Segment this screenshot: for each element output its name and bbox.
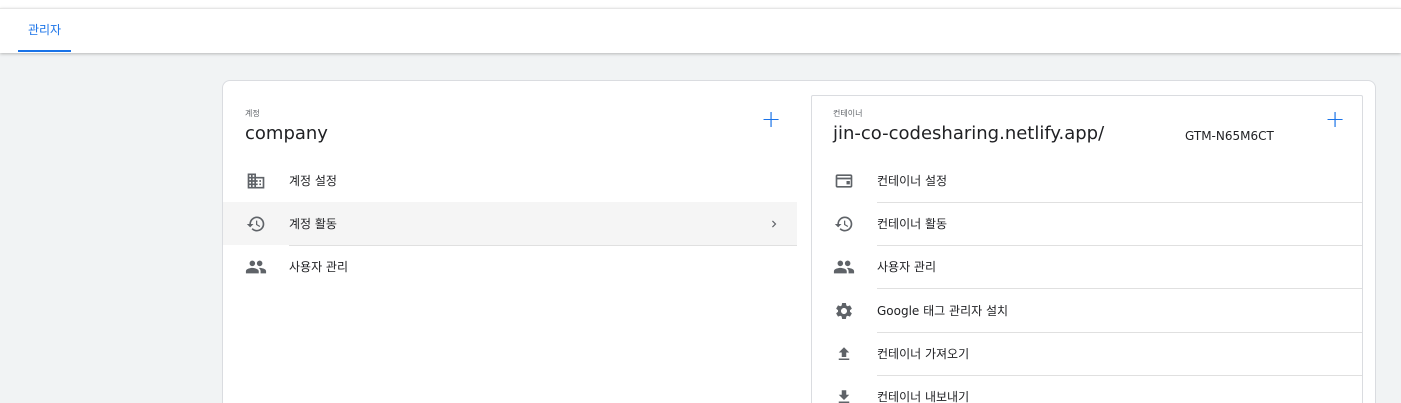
container-name: jin-co-codesharing.netlify.app/ xyxy=(833,123,1105,144)
account-column: 계정 company + 계정 설정 계정 활동 사용자 관리 xyxy=(223,81,797,403)
account-activity-item[interactable]: 계정 활동 xyxy=(223,202,797,245)
import-container-label: 컨테이너 가져오기 xyxy=(877,347,970,361)
web-window-icon xyxy=(833,170,855,192)
upload-icon xyxy=(833,343,855,365)
install-gtm-label: Google 태그 관리자 설치 xyxy=(877,304,1009,318)
container-section-label: 컨테이너 xyxy=(833,109,863,118)
account-section-label: 계정 xyxy=(245,109,260,118)
container-id: GTM-N65M6CT xyxy=(1185,129,1274,143)
admin-card: 계정 company + 계정 설정 계정 활동 사용자 관리 컨테이너 jin… xyxy=(222,80,1376,403)
tab-bar: 관리자 xyxy=(0,8,1401,53)
people-icon xyxy=(833,256,855,278)
download-icon xyxy=(833,386,855,403)
container-activity-label: 컨테이너 활동 xyxy=(877,217,948,231)
container-user-management-label: 사용자 관리 xyxy=(877,260,937,274)
top-strip xyxy=(0,0,1401,8)
account-user-management-item[interactable]: 사용자 관리 xyxy=(223,245,797,288)
account-settings-label: 계정 설정 xyxy=(289,174,337,188)
export-container-item[interactable]: 컨테이너 내보내기 xyxy=(812,375,1362,403)
container-settings-label: 컨테이너 설정 xyxy=(877,174,948,188)
building-icon xyxy=(245,170,267,192)
tab-admin[interactable]: 관리자 xyxy=(18,9,71,52)
container-user-management-item[interactable]: 사용자 관리 xyxy=(812,245,1362,288)
account-settings-item[interactable]: 계정 설정 xyxy=(223,159,797,202)
account-activity-label: 계정 활동 xyxy=(289,217,337,231)
history-icon xyxy=(245,213,267,235)
gear-icon xyxy=(833,300,855,322)
container-settings-item[interactable]: 컨테이너 설정 xyxy=(812,159,1362,202)
import-container-item[interactable]: 컨테이너 가져오기 xyxy=(812,332,1362,375)
container-activity-item[interactable]: 컨테이너 활동 xyxy=(812,202,1362,245)
export-container-label: 컨테이너 내보내기 xyxy=(877,390,970,403)
container-column: 컨테이너 jin-co-codesharing.netlify.app/ GTM… xyxy=(811,95,1363,403)
account-user-management-label: 사용자 관리 xyxy=(289,260,349,274)
install-gtm-item[interactable]: Google 태그 관리자 설치 xyxy=(812,289,1362,332)
add-container-button[interactable]: + xyxy=(1324,107,1346,131)
history-icon xyxy=(833,213,855,235)
chevron-right-icon xyxy=(767,217,781,231)
account-name: company xyxy=(245,123,328,144)
add-account-button[interactable]: + xyxy=(760,107,782,131)
people-icon xyxy=(245,256,267,278)
